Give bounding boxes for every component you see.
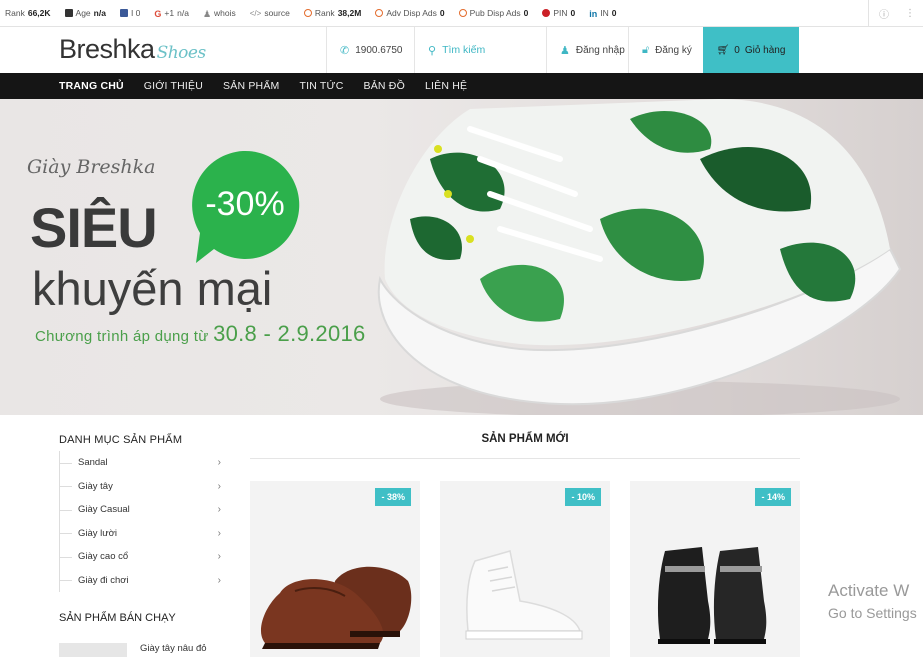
- seo-pub-ads[interactable]: Pub Disp Ads 0: [458, 8, 528, 18]
- banner-headline: SIÊU: [30, 196, 158, 259]
- chevron-right-icon: ›: [217, 574, 221, 586]
- menu-dots-icon[interactable]: ⋮: [905, 8, 915, 19]
- discount-badge: - 10%: [565, 488, 601, 506]
- product-card[interactable]: - 38%: [250, 481, 420, 657]
- black-hightop-image: [657, 547, 767, 644]
- ring-icon: [303, 9, 312, 17]
- nav-products[interactable]: SẢN PHẨM: [223, 80, 279, 92]
- discount-badge: - 14%: [755, 488, 791, 506]
- cart-button[interactable]: 🛒︎ 0 Giỏ hàng: [703, 27, 799, 73]
- main-nav: TRANG CHỦ GIỚI THIỆU SẢN PHẨM TIN TỨC BẢ…: [0, 73, 923, 99]
- nav-contact[interactable]: LIÊN HỆ: [425, 80, 467, 92]
- bestseller-thumbnail[interactable]: [59, 643, 127, 657]
- seo-source[interactable]: </> source: [250, 8, 290, 18]
- register-link[interactable]: 🔓︎ Đăng ký: [628, 27, 703, 73]
- lock-icon: 🔓︎: [642, 43, 650, 56]
- facebook-icon: [119, 9, 128, 17]
- search-icon: ⚲: [428, 44, 437, 57]
- category-list: Sandal › Giày tây › Giày Casual › Giày lười…: [59, 451, 225, 592]
- chevron-right-icon: ›: [217, 527, 221, 539]
- windows-activation-watermark: Activate W Go to Settings: [828, 581, 917, 621]
- product-card[interactable]: - 10%: [440, 481, 610, 657]
- search-input[interactable]: ⚲ Tìm kiếm: [414, 27, 546, 73]
- seo-whois[interactable]: ♟ whois: [202, 8, 236, 19]
- nav-home[interactable]: TRANG CHỦ: [59, 80, 124, 92]
- nav-news[interactable]: TIN TỨC: [299, 80, 343, 92]
- banner-program-text: Chương trình áp dụng từ 30.8 - 2.9.2016: [35, 321, 366, 346]
- banner-subheadline: khuyến mại: [32, 262, 273, 315]
- seo-age[interactable]: Age n/a: [64, 8, 106, 18]
- ring-icon: [458, 9, 467, 17]
- code-icon: </>: [249, 9, 262, 18]
- chevron-right-icon: ›: [217, 504, 221, 515]
- info-icon[interactable]: ⓘ: [879, 6, 889, 21]
- seo-linkedin[interactable]: in IN 0: [589, 8, 616, 19]
- category-item-cao-co[interactable]: Giày cao cổ ›: [59, 545, 225, 569]
- white-sneaker-image: [465, 550, 583, 640]
- nav-about[interactable]: GIỚI THIỆU: [144, 80, 203, 92]
- bestseller-item-name[interactable]: Giày tây nâu đỏ: [140, 643, 207, 654]
- section-divider: [250, 458, 800, 459]
- category-item-casual[interactable]: Giày Casual ›: [59, 498, 225, 522]
- category-item-giay-tay[interactable]: Giày tây ›: [59, 474, 225, 498]
- product-card[interactable]: - 14%: [630, 481, 800, 657]
- cart-icon: 🛒︎: [716, 44, 730, 56]
- category-item-sandal[interactable]: Sandal ›: [59, 451, 225, 475]
- seo-toolbar-controls: ⓘ ⋮: [868, 0, 923, 27]
- bestseller-title: SẢN PHẨM BÁN CHẠY: [59, 612, 176, 624]
- discount-badge: -30%: [205, 185, 285, 223]
- seo-rank-2[interactable]: Rank 38,2M: [303, 8, 361, 18]
- calendar-icon: [64, 9, 73, 17]
- hotline[interactable]: ✆ 1900.6750: [326, 27, 414, 73]
- seo-toolbar: Rank 66,2K Age n/a I 0 G +1 n/a ♟ whois </> so…: [0, 0, 923, 27]
- seo-facebook[interactable]: I 0: [119, 8, 140, 18]
- linkedin-icon: in: [589, 9, 598, 19]
- phone-icon: ✆: [340, 44, 350, 57]
- user-icon: ♟: [202, 9, 212, 19]
- nav-map[interactable]: BẢN ĐỒ: [364, 80, 405, 92]
- seo-rank[interactable]: Rank 66,2K: [5, 8, 51, 18]
- site-header: Breshka Shoes ✆ 1900.6750 ⚲ Tìm kiếm ♟ Đăng …: [0, 27, 923, 73]
- login-link[interactable]: ♟ Đăng nhập: [546, 27, 628, 73]
- category-item-giay-luoi[interactable]: Giày lười ›: [59, 521, 225, 545]
- seo-adv-ads[interactable]: Adv Disp Ads 0: [375, 8, 445, 18]
- ring-icon: [375, 9, 384, 17]
- chevron-right-icon: ›: [217, 551, 221, 562]
- pinterest-icon: [542, 9, 551, 17]
- site-logo[interactable]: Breshka Shoes: [59, 34, 206, 65]
- chevron-right-icon: ›: [217, 457, 221, 468]
- seo-google-plus[interactable]: G +1 n/a: [154, 8, 189, 19]
- chevron-right-icon: ›: [217, 480, 221, 492]
- banner-script-title: Giày Breshka: [27, 156, 156, 178]
- google-plus-icon: G: [154, 9, 162, 19]
- category-item-di-choi[interactable]: Giày đi chơi ›: [59, 568, 225, 592]
- brown-oxford-image: [260, 566, 412, 649]
- seo-pinterest[interactable]: PIN 0: [542, 8, 575, 18]
- new-products-title: SẢN PHẨM MỚI: [481, 433, 569, 445]
- user-icon: ♟: [560, 44, 570, 57]
- discount-badge: - 38%: [375, 488, 411, 506]
- promo-banner[interactable]: Giày Breshka SIÊU khuyến mại -30% Chương…: [0, 99, 923, 415]
- category-title: DANH MỤC SẢN PHẨM: [59, 434, 183, 446]
